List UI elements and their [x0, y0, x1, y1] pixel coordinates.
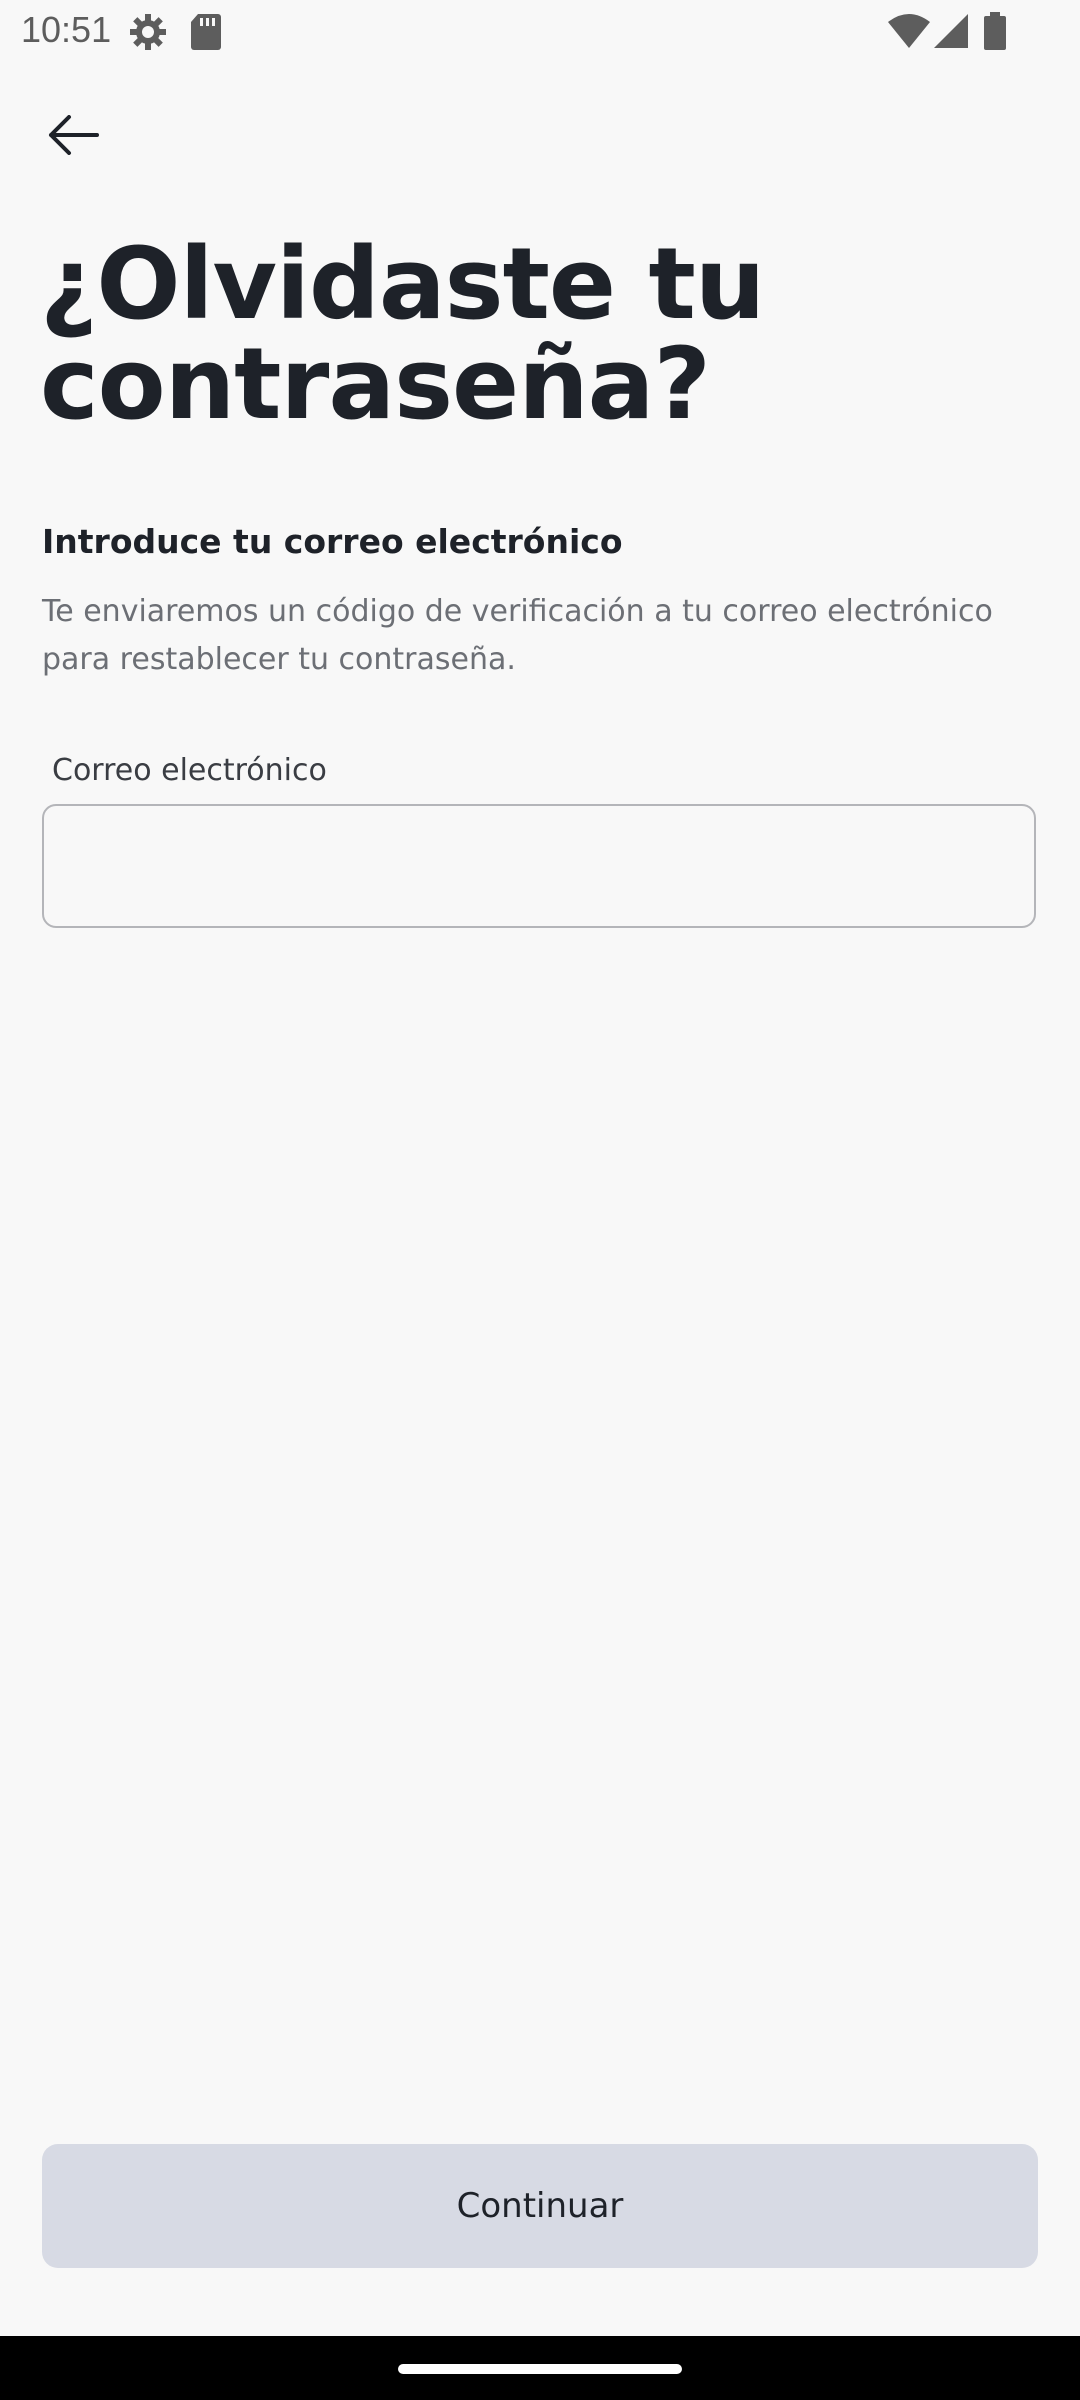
- page-title: ¿Olvidaste tu contraseña?: [40, 227, 765, 442]
- system-navigation-bar: [0, 2336, 1080, 2400]
- email-field[interactable]: [42, 804, 1036, 928]
- settings-gear-icon: [128, 12, 168, 56]
- sd-card-icon: [190, 14, 222, 54]
- cell-signal-icon: [934, 14, 968, 52]
- wifi-icon: [888, 14, 930, 52]
- description-text: Te enviaremos un código de verificación …: [42, 594, 993, 677]
- arrow-left-icon: [47, 115, 99, 159]
- section-heading: Introduce tu correo electrónico: [42, 522, 623, 561]
- back-button[interactable]: [32, 96, 114, 178]
- battery-icon: [984, 12, 1006, 54]
- email-field-label: Correo electrónico: [52, 753, 327, 788]
- status-bar: 10:51: [0, 0, 1080, 62]
- home-indicator[interactable]: [398, 2364, 682, 2374]
- status-time: 10:51: [21, 9, 112, 50]
- continue-button[interactable]: Continuar: [42, 2144, 1038, 2268]
